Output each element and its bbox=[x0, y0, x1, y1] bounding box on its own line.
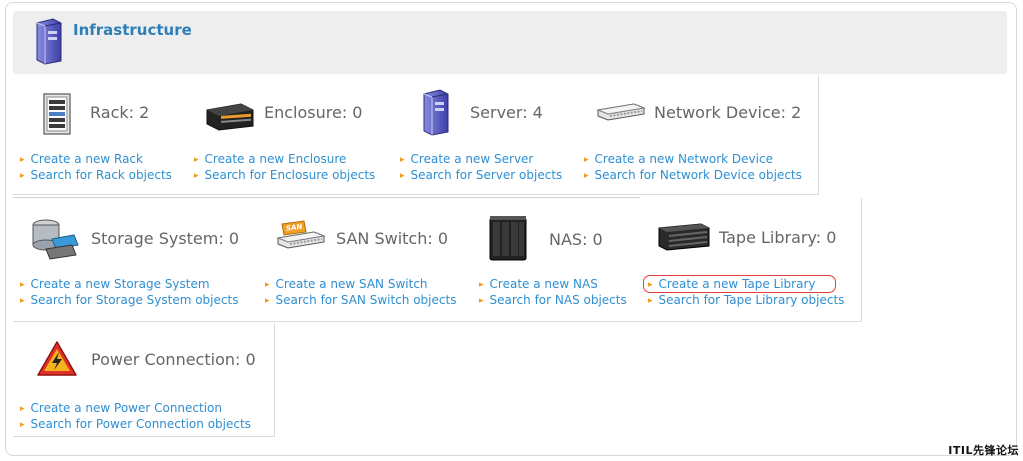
nas-links: ▸ Create a new NAS ▸ Search for NAS object… bbox=[479, 277, 627, 309]
server-icon bbox=[33, 17, 63, 69]
bullet-icon: ▸ bbox=[479, 296, 484, 306]
create-network-device-link[interactable]: ▸ Create a new Network Device bbox=[584, 152, 802, 168]
create-tape-library-link[interactable]: ▸ Create a new Tape Library bbox=[648, 277, 844, 293]
search-rack-link[interactable]: ▸ Search for Rack objects bbox=[20, 168, 172, 184]
create-rack-link[interactable]: ▸ Create a new Rack bbox=[20, 152, 172, 168]
watermark: ITIL先锋论坛 bbox=[948, 444, 1019, 457]
panel-header: Infrastructure bbox=[13, 11, 1007, 74]
enclosure-links: ▸ Create a new Enclosure ▸ Search for Encl… bbox=[194, 152, 375, 184]
bullet-icon: ▸ bbox=[194, 155, 199, 165]
rack-icon bbox=[38, 92, 78, 140]
power-connection-icon bbox=[36, 340, 78, 382]
bullet-icon: ▸ bbox=[20, 420, 25, 430]
tape-library-count: Tape Library: 0 bbox=[719, 228, 837, 247]
bullet-icon: ▸ bbox=[479, 280, 484, 290]
enclosure-count: Enclosure: 0 bbox=[264, 103, 363, 122]
tape-library-links: ▸ Create a new Tape Library ▸ Search for T… bbox=[648, 277, 844, 309]
network-device-icon bbox=[596, 100, 646, 128]
bullet-icon: ▸ bbox=[648, 280, 653, 290]
nas-count: NAS: 0 bbox=[549, 230, 603, 249]
create-server-link[interactable]: ▸ Create a new Server bbox=[400, 152, 562, 168]
create-san-switch-link[interactable]: ▸ Create a new SAN Switch bbox=[265, 277, 456, 293]
power-connection-links: ▸ Create a new Power Connection ▸ Search f… bbox=[20, 401, 251, 433]
server-links: ▸ Create a new Server ▸ Search for Server … bbox=[400, 152, 562, 184]
bullet-icon: ▸ bbox=[584, 171, 589, 181]
san-switch-icon: SAN bbox=[276, 220, 326, 258]
search-storage-system-link[interactable]: ▸ Search for Storage System objects bbox=[20, 293, 238, 309]
storage-system-links: ▸ Create a new Storage System ▸ Search for… bbox=[20, 277, 238, 309]
bullet-icon: ▸ bbox=[584, 155, 589, 165]
search-enclosure-link[interactable]: ▸ Search for Enclosure objects bbox=[194, 168, 375, 184]
create-enclosure-link[interactable]: ▸ Create a new Enclosure bbox=[194, 152, 375, 168]
bullet-icon: ▸ bbox=[194, 171, 199, 181]
search-san-switch-link[interactable]: ▸ Search for SAN Switch objects bbox=[265, 293, 456, 309]
bullet-icon: ▸ bbox=[648, 296, 653, 306]
rack-count: Rack: 2 bbox=[90, 103, 150, 122]
server-icon bbox=[420, 88, 450, 140]
storage-system-count: Storage System: 0 bbox=[91, 229, 240, 248]
storage-system-icon bbox=[30, 215, 80, 265]
server-count: Server: 4 bbox=[470, 103, 543, 122]
bullet-icon: ▸ bbox=[400, 155, 405, 165]
san-switch-count: SAN Switch: 0 bbox=[336, 229, 449, 248]
network-device-links: ▸ Create a new Network Device ▸ Search for… bbox=[584, 152, 802, 184]
create-storage-system-link[interactable]: ▸ Create a new Storage System bbox=[20, 277, 238, 293]
network-device-count: Network Device: 2 bbox=[654, 103, 802, 122]
rack-links: ▸ Create a new Rack ▸ Search for Rack obje… bbox=[20, 152, 172, 184]
create-nas-link[interactable]: ▸ Create a new NAS bbox=[479, 277, 627, 293]
enclosure-icon bbox=[205, 96, 255, 136]
search-nas-link[interactable]: ▸ Search for NAS objects bbox=[479, 293, 627, 309]
search-power-connection-link[interactable]: ▸ Search for Power Connection objects bbox=[20, 417, 251, 433]
bullet-icon: ▸ bbox=[20, 155, 25, 165]
bullet-icon: ▸ bbox=[20, 404, 25, 414]
search-server-link[interactable]: ▸ Search for Server objects bbox=[400, 168, 562, 184]
bullet-icon: ▸ bbox=[20, 296, 25, 306]
bullet-icon: ▸ bbox=[265, 280, 270, 290]
search-network-device-link[interactable]: ▸ Search for Network Device objects bbox=[584, 168, 802, 184]
page-title: Infrastructure bbox=[73, 21, 192, 39]
create-power-connection-link[interactable]: ▸ Create a new Power Connection bbox=[20, 401, 251, 417]
bullet-icon: ▸ bbox=[400, 171, 405, 181]
search-tape-library-link[interactable]: ▸ Search for Tape Library objects bbox=[648, 293, 844, 309]
bullet-icon: ▸ bbox=[20, 280, 25, 290]
san-switch-links: ▸ Create a new SAN Switch ▸ Search for SAN… bbox=[265, 277, 456, 309]
bullet-icon: ▸ bbox=[265, 296, 270, 306]
bullet-icon: ▸ bbox=[20, 171, 25, 181]
nas-icon bbox=[488, 214, 530, 266]
power-connection-count: Power Connection: 0 bbox=[91, 350, 256, 369]
tape-library-icon bbox=[657, 222, 711, 256]
